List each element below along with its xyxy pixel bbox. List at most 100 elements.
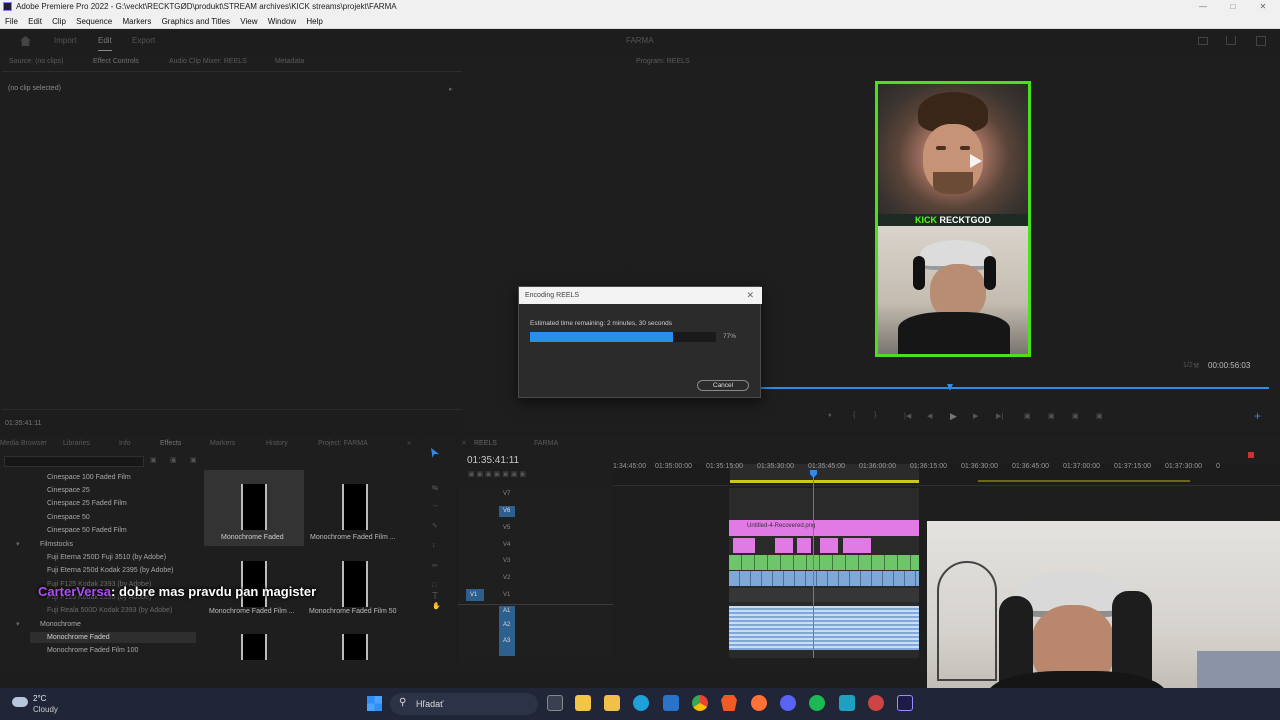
store-icon[interactable] — [575, 695, 591, 711]
tab-effect-controls[interactable]: Effect Controls — [93, 54, 139, 70]
task-view-icon[interactable] — [547, 695, 563, 711]
track-a2[interactable]: A2 — [503, 622, 510, 628]
workspaces-icon[interactable] — [1198, 37, 1208, 45]
clip-graphic[interactable] — [843, 538, 871, 553]
tab-project[interactable]: Project: FARMA — [318, 436, 368, 452]
track-v6[interactable]: V6 — [503, 508, 510, 514]
weather-text[interactable]: Cloudy — [33, 705, 58, 714]
type-tool-icon[interactable]: T — [432, 591, 438, 602]
list-item[interactable]: Fuji Reala 500D Kodak 2393 (by Adobe) — [47, 607, 172, 614]
tab-libraries[interactable]: Libraries — [63, 436, 90, 452]
menu-sequence[interactable]: Sequence — [76, 17, 112, 26]
audio-clips[interactable] — [729, 606, 919, 650]
selection-tool-icon[interactable] — [431, 448, 439, 458]
share-icon[interactable] — [1226, 36, 1236, 45]
list-item[interactable]: Cinespace 50 Faded Film — [47, 527, 127, 534]
tab-effects[interactable]: Effects — [160, 436, 181, 452]
track-select-icon[interactable]: ↹ — [432, 484, 438, 492]
list-item[interactable]: Fuji Eterna 250d Kodak 2395 (by Adobe) — [47, 567, 173, 574]
list-item-selected[interactable]: Monochrome Faded — [47, 634, 110, 641]
menu-markers[interactable]: Markers — [122, 17, 151, 26]
menu-view[interactable]: View — [240, 17, 257, 26]
premiere-taskbar-icon[interactable] — [897, 695, 913, 711]
timeline-timecode[interactable]: 01:35:41:11 — [467, 455, 519, 466]
add-button[interactable]: + — [1254, 409, 1261, 423]
effect-thumbnail[interactable] — [342, 484, 368, 530]
step-back-icon[interactable]: ◀ — [927, 412, 932, 420]
tab-program[interactable]: Program: REELS — [636, 54, 690, 70]
minimize-icon[interactable]: — — [1188, 0, 1218, 14]
export-frame-icon[interactable]: ▣ — [1072, 412, 1079, 420]
tab-export[interactable]: Export — [132, 29, 155, 53]
track-v5[interactable]: V5 — [503, 525, 510, 531]
app-icon[interactable] — [868, 695, 884, 711]
photos-icon[interactable] — [663, 695, 679, 711]
chevron-down-icon[interactable]: ▾ — [16, 540, 20, 548]
tab-import[interactable]: Import — [54, 29, 77, 53]
rectangle-icon[interactable]: □ — [432, 582, 436, 589]
menu-window[interactable]: Window — [268, 17, 296, 26]
in-point-icon[interactable]: { — [853, 412, 855, 419]
clip-graphic[interactable] — [797, 538, 811, 553]
list-item[interactable]: Fuji Eterna 250D Fuji 3510 (by Adobe) — [47, 554, 166, 561]
clip-v2[interactable] — [729, 571, 919, 586]
fit-select[interactable]: 1/2 — [1183, 362, 1193, 369]
program-scrubber[interactable] — [761, 387, 1269, 389]
maximize-icon[interactable]: □ — [1218, 0, 1248, 14]
brave-icon[interactable] — [721, 695, 737, 711]
cancel-button[interactable]: Cancel — [697, 380, 749, 391]
tab-metadata[interactable]: Metadata — [275, 54, 304, 70]
go-to-in-icon[interactable]: |◀ — [904, 412, 911, 420]
track-v2[interactable]: V2 — [503, 575, 510, 581]
menu-graphics[interactable]: Graphics and Titles — [162, 17, 230, 26]
notepad-icon[interactable] — [839, 695, 855, 711]
firefox-icon[interactable] — [751, 695, 767, 711]
tab-reels-sequence[interactable]: REELS — [474, 436, 497, 452]
windows-start-icon[interactable] — [367, 696, 382, 711]
taskbar-search[interactable] — [390, 693, 538, 715]
effect-thumbnail[interactable] — [342, 634, 368, 660]
clip-png[interactable]: Untitled-4-Recovered.png — [729, 520, 919, 536]
edge-icon[interactable] — [633, 695, 649, 711]
file-explorer-icon[interactable] — [604, 695, 620, 711]
temperature[interactable]: 2°C — [33, 694, 46, 703]
step-forward-icon[interactable]: ▶ — [973, 412, 978, 420]
menu-help[interactable]: Help — [306, 17, 322, 26]
list-item[interactable]: Cinespace 100 Faded Film — [47, 474, 131, 481]
lift-icon[interactable]: ▣ — [1024, 412, 1031, 420]
close-icon[interactable]: ✕ — [746, 287, 754, 304]
clip-v3[interactable] — [729, 555, 919, 570]
marker-icon[interactable]: ♦ — [828, 412, 832, 419]
clip-graphic[interactable] — [820, 538, 838, 553]
effect-thumbnail[interactable] — [241, 634, 267, 660]
home-icon[interactable] — [20, 36, 31, 46]
pen-icon[interactable]: ✏ — [432, 562, 438, 570]
list-item[interactable]: Cinespace 50 — [47, 514, 90, 521]
track-v1[interactable]: V1 — [503, 592, 510, 598]
hand-icon[interactable]: ✋ — [432, 602, 441, 610]
play-button[interactable]: ▶ — [950, 411, 957, 422]
folder-filmstocks[interactable]: Filmstocks — [40, 541, 73, 548]
tab-source[interactable]: Source: (no clips) — [9, 54, 63, 70]
effects-search-input[interactable] — [4, 456, 144, 467]
effect-thumbnail[interactable] — [342, 561, 368, 607]
effect-thumbnail[interactable] — [241, 484, 267, 530]
menu-file[interactable]: File — [5, 17, 18, 26]
timeline-playhead[interactable] — [813, 470, 814, 658]
list-item[interactable]: Cinespace 25 Faded Film — [47, 500, 127, 507]
chrome-icon[interactable] — [692, 695, 708, 711]
fullscreen-icon[interactable] — [1256, 36, 1266, 46]
track-a3[interactable]: A3 — [503, 638, 510, 644]
expand-arrow-icon[interactable]: ▸ — [449, 85, 453, 93]
wrench-icon[interactable]: ⚒ — [1193, 362, 1199, 370]
track-a1[interactable]: A1 — [503, 608, 510, 614]
comparison-view-icon[interactable]: ▣ — [1096, 412, 1103, 420]
play-overlay-icon[interactable] — [970, 154, 982, 168]
clip-graphic[interactable] — [733, 538, 755, 553]
extract-icon[interactable]: ▣ — [1048, 412, 1055, 420]
32bit-effects-icon[interactable]: ▣ — [170, 456, 177, 464]
go-to-out-icon[interactable]: ▶| — [996, 412, 1003, 420]
list-item[interactable]: Cinespace 25 — [47, 487, 90, 494]
search-placeholder[interactable]: Hľadať — [416, 699, 444, 709]
slip-icon[interactable]: ↕ — [432, 542, 436, 549]
